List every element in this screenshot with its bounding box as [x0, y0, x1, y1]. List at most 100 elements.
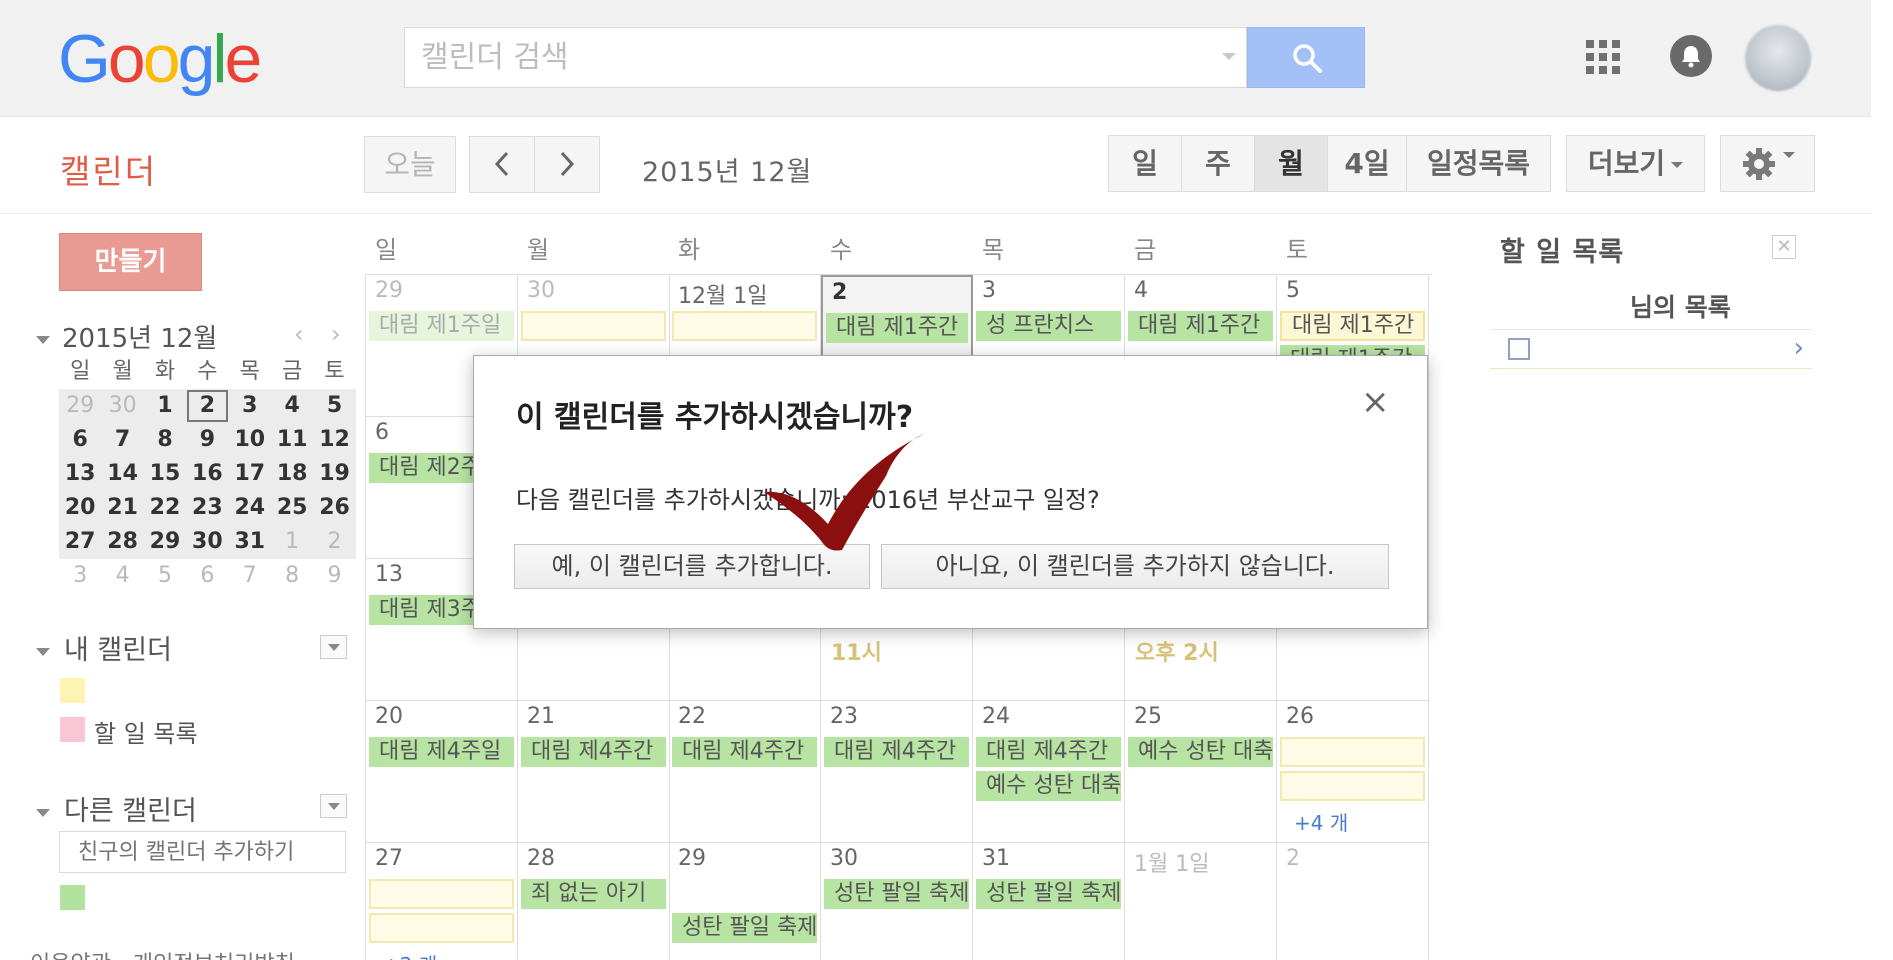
- more-button[interactable]: 더보기: [1566, 135, 1705, 192]
- search-box[interactable]: [404, 27, 1247, 88]
- event-chip[interactable]: 대림 제1주간: [826, 313, 968, 343]
- day-number[interactable]: 31: [982, 846, 1010, 871]
- mini-day[interactable]: 1: [271, 525, 313, 559]
- day-number[interactable]: 2: [832, 280, 847, 305]
- task-checkbox[interactable]: [1508, 338, 1530, 360]
- event-chip[interactable]: [672, 879, 817, 909]
- dialog-close-button[interactable]: ×: [1361, 382, 1390, 422]
- event-chip[interactable]: 대림 제1주간: [1128, 311, 1273, 341]
- event-chip[interactable]: [1280, 771, 1425, 801]
- tab-4day-view[interactable]: 4일: [1327, 135, 1407, 192]
- app-title[interactable]: 캘린더: [60, 145, 157, 193]
- google-logo[interactable]: Google: [58, 22, 262, 96]
- mini-day[interactable]: 3: [59, 559, 101, 593]
- day-cell[interactable]: 21 대림 제4주간: [518, 701, 670, 843]
- day-number[interactable]: 2: [1286, 846, 1300, 871]
- day-number[interactable]: 30: [527, 278, 555, 303]
- mini-day[interactable]: 16: [186, 457, 228, 491]
- day-cell[interactable]: 22 대림 제4주간: [669, 701, 821, 843]
- timed-event[interactable]: 11시: [831, 635, 882, 667]
- day-number[interactable]: 25: [1134, 704, 1162, 729]
- create-button[interactable]: 만들기: [59, 233, 202, 291]
- mini-day[interactable]: 11: [271, 423, 313, 457]
- my-calendars-header[interactable]: 내 캘린더: [36, 628, 172, 667]
- decline-add-button[interactable]: 아니요, 이 캘린더를 추가하지 않습니다.: [881, 544, 1389, 589]
- calendar-color-swatch[interactable]: [60, 678, 85, 703]
- mini-day[interactable]: 5: [144, 559, 186, 593]
- event-chip[interactable]: 성탄 팔일 축제: [824, 879, 969, 909]
- day-number[interactable]: 26: [1286, 704, 1314, 729]
- chevron-right-icon[interactable]: ›: [1794, 333, 1804, 363]
- mini-day[interactable]: 31: [229, 525, 271, 559]
- mini-day[interactable]: 29: [59, 389, 101, 423]
- mini-day[interactable]: 19: [313, 457, 355, 491]
- event-chip[interactable]: 예수 성탄 대축일: [976, 771, 1121, 801]
- mini-day[interactable]: 4: [101, 559, 143, 593]
- mini-day[interactable]: 2: [186, 389, 228, 423]
- day-number[interactable]: 3: [982, 278, 996, 303]
- day-cell[interactable]: 28 죄 없는 아기: [518, 843, 670, 960]
- mini-next-button[interactable]: ›: [331, 320, 341, 348]
- mini-day[interactable]: 20: [59, 491, 101, 525]
- day-number[interactable]: 13: [375, 562, 403, 587]
- day-cell[interactable]: 29 성탄 팔일 축제: [669, 843, 821, 960]
- mini-day[interactable]: 27: [59, 525, 101, 559]
- day-number[interactable]: 5: [1286, 278, 1300, 303]
- mini-day[interactable]: 9: [313, 559, 355, 593]
- day-number[interactable]: 29: [678, 846, 706, 871]
- mini-day[interactable]: 4: [271, 389, 313, 423]
- mini-day[interactable]: 28: [101, 525, 143, 559]
- event-chip[interactable]: 대림 제4주일: [369, 737, 514, 767]
- mini-day[interactable]: 22: [144, 491, 186, 525]
- day-cell[interactable]: 27 +2 개: [366, 843, 518, 960]
- prev-month-button[interactable]: [469, 136, 535, 193]
- mini-day[interactable]: 26: [313, 491, 355, 525]
- apps-grid-icon[interactable]: [1586, 40, 1620, 74]
- mini-day[interactable]: 10: [229, 423, 271, 457]
- task-item[interactable]: ›: [1490, 329, 1812, 369]
- mini-calendar-title[interactable]: 2015년 12월: [36, 318, 217, 355]
- mini-day[interactable]: 21: [101, 491, 143, 525]
- event-chip[interactable]: 죄 없는 아기: [521, 879, 666, 909]
- mini-day[interactable]: 9: [186, 423, 228, 457]
- add-friend-calendar-input[interactable]: [59, 831, 346, 873]
- day-number[interactable]: 22: [678, 704, 706, 729]
- footer-links[interactable]: 이용약관 - 개인정보처리방침: [30, 946, 295, 960]
- more-events-link[interactable]: +2 개: [383, 949, 437, 960]
- task-list-title[interactable]: 님의 목록: [1630, 288, 1731, 324]
- mini-day[interactable]: 7: [101, 423, 143, 457]
- day-number[interactable]: 27: [375, 846, 403, 871]
- tasks-calendar-name[interactable]: 할 일 목록: [94, 714, 198, 749]
- mini-day[interactable]: 13: [59, 457, 101, 491]
- event-chip[interactable]: 대림 제1주간: [1280, 311, 1425, 341]
- day-number[interactable]: 4: [1134, 278, 1148, 303]
- day-number[interactable]: 29: [375, 278, 403, 303]
- settings-button[interactable]: [1720, 135, 1815, 192]
- mini-prev-button[interactable]: ‹: [294, 320, 304, 348]
- notifications-icon[interactable]: [1670, 35, 1712, 77]
- other-calendars-header[interactable]: 다른 캘린더: [36, 789, 197, 828]
- other-calendars-dropdown[interactable]: [320, 794, 347, 818]
- event-chip[interactable]: 성탄 팔일 축제: [672, 913, 817, 943]
- mini-day[interactable]: 12: [313, 423, 355, 457]
- event-chip[interactable]: 대림 제4주간: [521, 737, 666, 767]
- day-cell[interactable]: 24 대림 제4주간예수 성탄 대축일: [973, 701, 1125, 843]
- other-calendar-swatch[interactable]: [60, 885, 85, 910]
- mini-day[interactable]: 23: [186, 491, 228, 525]
- mini-day[interactable]: 6: [186, 559, 228, 593]
- timed-event[interactable]: 오후 2시: [1135, 635, 1219, 667]
- mini-day[interactable]: 2: [313, 525, 355, 559]
- mini-day[interactable]: 18: [271, 457, 313, 491]
- mini-day[interactable]: 8: [144, 423, 186, 457]
- day-cell[interactable]: 31 성탄 팔일 축제: [973, 843, 1125, 960]
- mini-day[interactable]: 29: [144, 525, 186, 559]
- mini-day[interactable]: 7: [229, 559, 271, 593]
- day-number[interactable]: 23: [830, 704, 858, 729]
- event-chip[interactable]: 대림 제4주간: [672, 737, 817, 767]
- event-chip[interactable]: [369, 913, 514, 943]
- day-number[interactable]: 20: [375, 704, 403, 729]
- mini-day[interactable]: 25: [271, 491, 313, 525]
- event-chip[interactable]: 성탄 팔일 축제: [976, 879, 1121, 909]
- search-options-icon[interactable]: [1222, 53, 1236, 60]
- event-chip[interactable]: 대림 제4주간: [976, 737, 1121, 767]
